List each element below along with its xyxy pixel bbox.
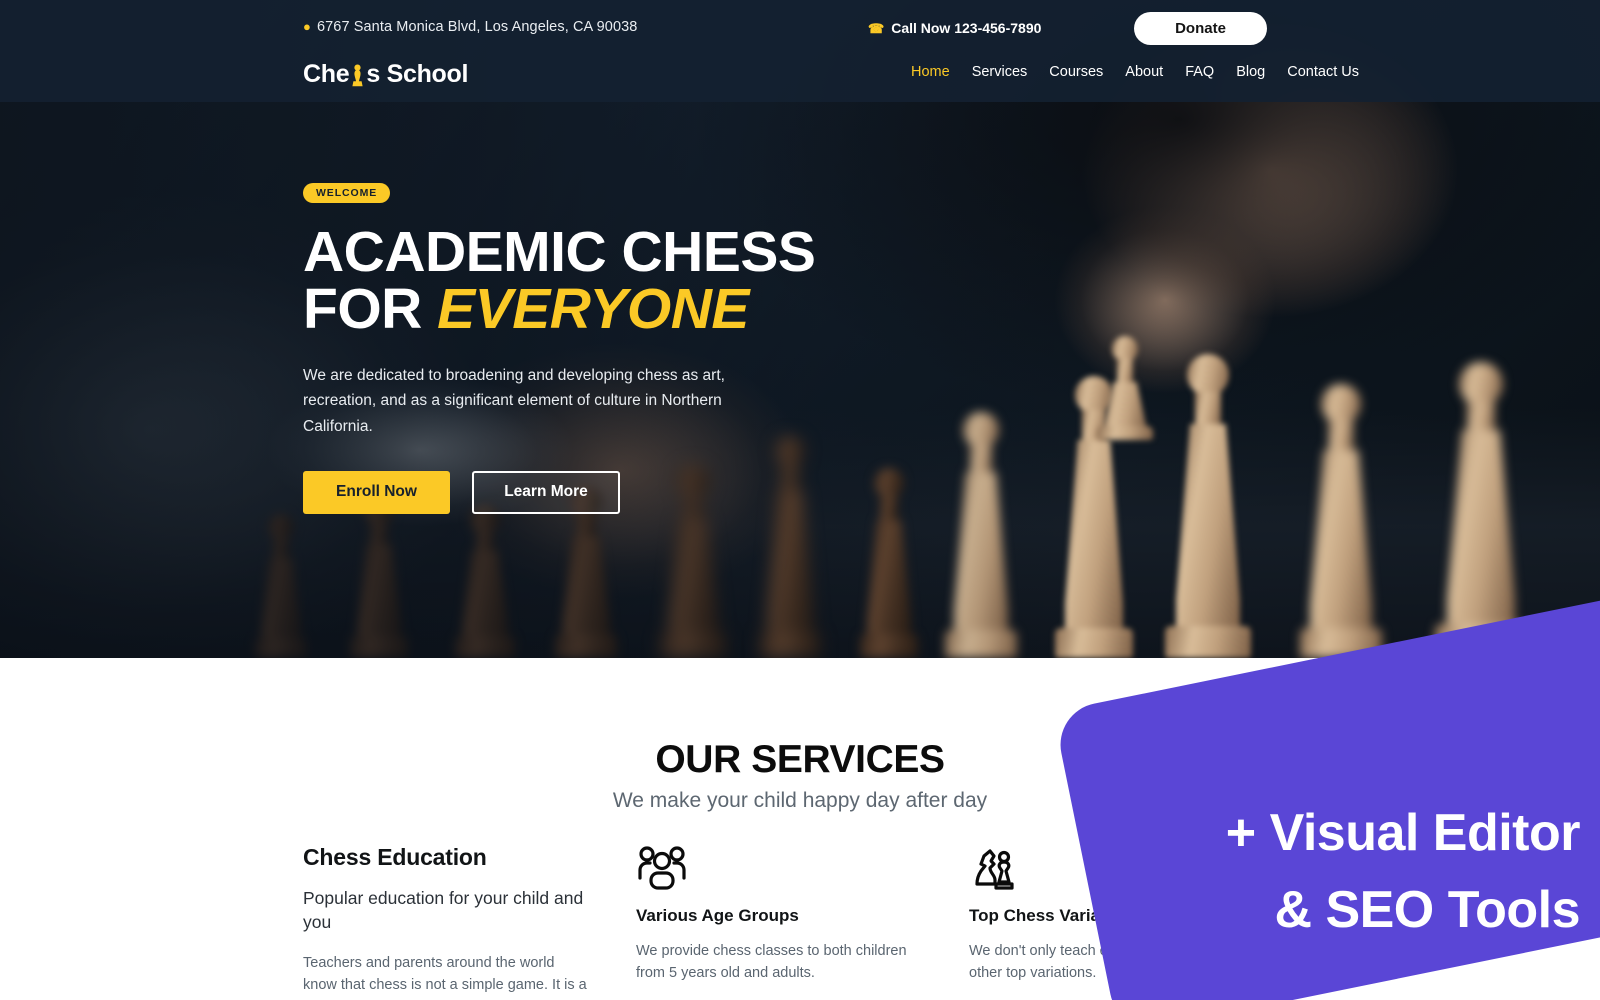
site-logo[interactable]: Che s School: [303, 60, 468, 89]
phone-icon: ☎: [868, 21, 885, 36]
learn-more-button[interactable]: Learn More: [472, 470, 620, 514]
hero-lead-paragraph: We are dedicated to broadening and devel…: [303, 367, 725, 435]
hero-content: WELCOME ACADEMIC CHESS FOR EVERYONE We a…: [303, 183, 1043, 514]
hero-title-line-2: FOR EVERYONE: [303, 281, 1043, 338]
nav-item-blog[interactable]: Blog: [1225, 64, 1276, 80]
hero-cta-group: Enroll Now Learn More: [303, 470, 1043, 514]
service-card-chess-education[interactable]: Chess Education Popular education for yo…: [303, 844, 636, 996]
service-card-body: We provide chess classes to both childre…: [636, 943, 907, 982]
nav-item-contact-us[interactable]: Contact Us: [1276, 64, 1370, 80]
service-card-title: Various Age Groups: [636, 906, 799, 925]
hero-title-emphasis: EVERYONE: [437, 277, 749, 341]
nav-item-about[interactable]: About: [1114, 64, 1174, 80]
people-group-icon: [636, 844, 924, 892]
site-header: ● 6767 Santa Monica Blvd, Los Angeles, CA…: [0, 0, 1600, 102]
promo-ribbon-line-2: & SEO Tools: [1274, 880, 1580, 939]
hero-title-line-1: ACADEMIC CHESS: [303, 220, 816, 284]
address-block: ● 6767 Santa Monica Blvd, Los Angeles, CA…: [303, 19, 637, 35]
nav-item-services[interactable]: Services: [961, 64, 1039, 80]
nav-item-courses[interactable]: Courses: [1038, 64, 1114, 80]
map-pin-icon: ●: [303, 19, 311, 34]
enroll-now-button[interactable]: Enroll Now: [303, 470, 450, 514]
promo-ribbon-text: + Visual Editor & SEO Tools: [1090, 795, 1600, 949]
address-text: 6767 Santa Monica Blvd, Los Angeles, CA …: [316, 19, 638, 35]
logo-text-after: s School: [366, 60, 469, 88]
service-card-subtitle: Popular education for your child and you: [303, 888, 584, 932]
hero-title: ACADEMIC CHESS FOR EVERYONE: [303, 224, 1043, 338]
service-card-title: Chess Education: [303, 844, 487, 870]
phone-block[interactable]: ☎ Call Now 123-456-7890: [868, 20, 1041, 37]
main-navigation: Home Services Courses About FAQ Blog Con…: [900, 64, 1370, 80]
welcome-badge: WELCOME: [303, 183, 391, 203]
logo-text-before: Che: [303, 60, 350, 88]
chess-pawn-icon: [350, 63, 365, 88]
service-card-body: Teachers and parents around the world kn…: [303, 955, 587, 994]
promo-ribbon-line-1: + Visual Editor: [1225, 804, 1581, 862]
hero-title-plain: FOR: [303, 277, 438, 341]
donate-button[interactable]: Donate: [1134, 12, 1267, 45]
phone-text: Call Now 123-456-7890: [891, 20, 1042, 36]
nav-item-faq[interactable]: FAQ: [1174, 64, 1225, 80]
nav-item-home[interactable]: Home: [900, 64, 961, 80]
service-card-various-age-groups[interactable]: Various Age Groups We provide chess clas…: [636, 844, 969, 996]
